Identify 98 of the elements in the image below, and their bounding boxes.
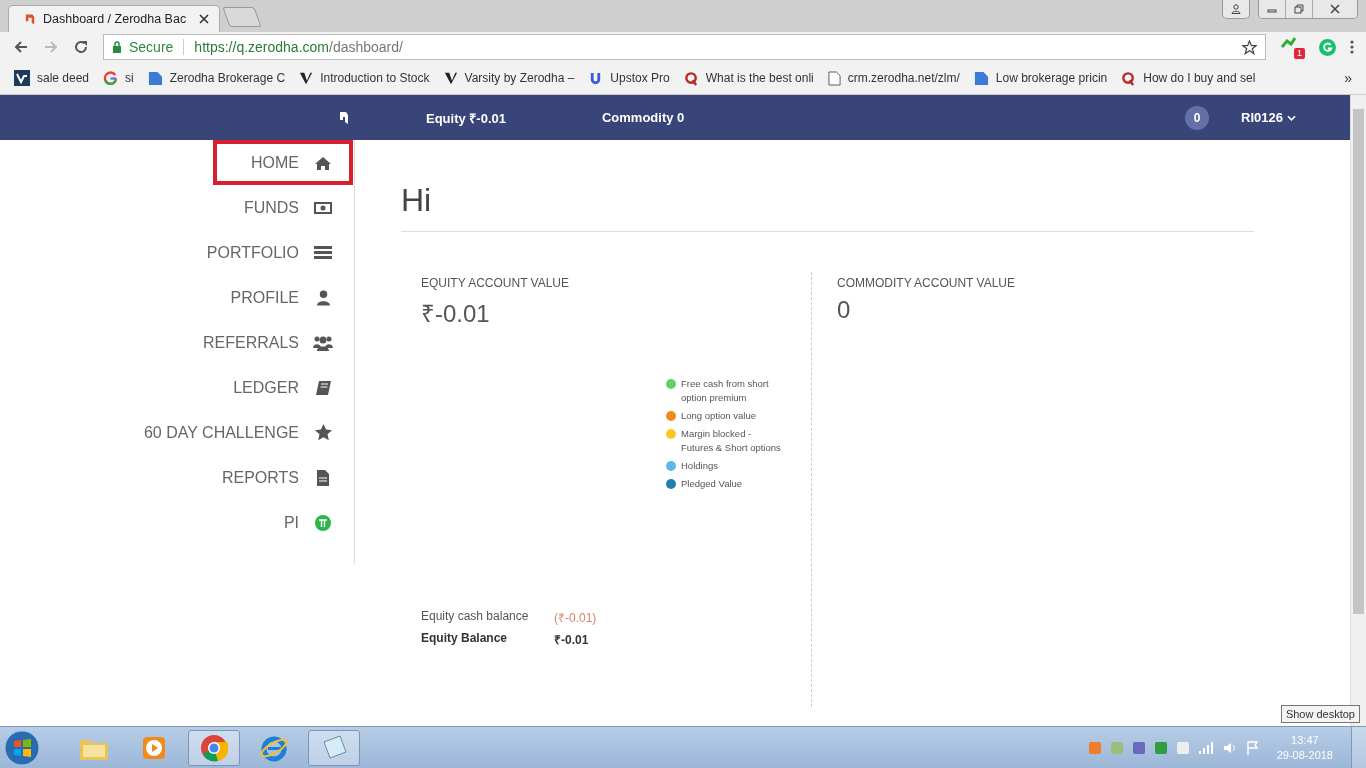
tooltip: Show desktop (1280, 705, 1360, 723)
file-icon (317, 469, 329, 486)
sidebar-item[interactable]: LEDGER (209, 365, 353, 410)
notepad-icon (320, 733, 348, 762)
grammarly-icon[interactable] (1319, 38, 1336, 56)
more-bookmarks-button[interactable]: » (1344, 70, 1352, 86)
minimize-button[interactable] (1259, 0, 1286, 18)
bookmark-item[interactable]: How do I buy and sel (1121, 70, 1256, 86)
bookmark-item[interactable]: What is the best onli (683, 70, 814, 86)
taskbar-app[interactable] (188, 729, 240, 766)
reload-icon[interactable] (73, 39, 89, 55)
account-title: COMMODITY ACCOUNT VALUE (837, 276, 1016, 290)
secure-label: Secure (129, 39, 174, 55)
new-tab-button[interactable] (222, 7, 262, 27)
balance-value: (₹-0.01) (554, 610, 597, 626)
google-icon (103, 70, 119, 86)
user-icon (316, 289, 330, 306)
banknote-icon (314, 201, 332, 214)
greeting-heading: Hi (401, 182, 1254, 232)
bookmark-item[interactable]: Zerodha Brokerage C (147, 70, 286, 86)
address-bar[interactable]: Secure https://q.zerodha.com/dashboard/ (103, 34, 1266, 60)
media-player-icon (141, 734, 167, 761)
close-icon (1330, 4, 1340, 14)
close-window-button[interactable] (1313, 0, 1357, 18)
users-icon (313, 334, 333, 351)
v-logo-icon (443, 70, 458, 86)
user-icon (1231, 4, 1241, 14)
url-text: https://q.zerodha.com/dashboard/ (194, 39, 404, 55)
bookmark-item[interactable]: Low brokerage pricin (973, 70, 1108, 86)
sidebar-item[interactable]: 60 DAY CHALLENGE (119, 410, 353, 455)
user-menu[interactable]: RI0126 (1241, 110, 1296, 125)
equity-summary[interactable]: Equity ₹-0.01 (426, 108, 506, 127)
bookmark-item[interactable]: crm.zerodha.net/zlm/ (827, 70, 960, 86)
sidebar-item[interactable]: PROFILE (206, 275, 353, 320)
sidebar-item[interactable]: REFERRALS (178, 320, 353, 365)
volume-icon[interactable] (1222, 741, 1237, 754)
book-icon (315, 380, 331, 395)
forward-icon[interactable] (43, 39, 59, 55)
notification-badge: 1 (1294, 48, 1305, 59)
restore-icon (1294, 4, 1304, 14)
account-title: EQUITY ACCOUNT VALUE (421, 276, 571, 290)
account-value: 0 (837, 296, 852, 324)
document-icon (973, 70, 989, 86)
legend-label: Pledged Value (681, 477, 744, 491)
balance-label: Equity cash balance (421, 609, 530, 625)
tray-icon[interactable] (1088, 741, 1101, 754)
logo-icon[interactable] (340, 111, 348, 124)
restore-button[interactable] (1286, 0, 1313, 18)
close-icon[interactable] (199, 14, 209, 24)
legend-label: Free cash from short option premium (681, 377, 770, 405)
taskbar-app[interactable] (308, 729, 360, 766)
flag-icon[interactable] (1246, 740, 1259, 755)
list-icon (314, 245, 332, 260)
sidebar-item[interactable]: PI (259, 500, 353, 545)
pi-icon (315, 514, 331, 531)
tray-icon[interactable] (1176, 741, 1189, 754)
bookmark-item[interactable]: sale deed (14, 70, 90, 86)
bookmark-item[interactable]: Varsity by Zerodha – (443, 70, 575, 86)
balance-value: ₹-0.01 (554, 632, 589, 648)
bookmark-icon (14, 70, 30, 86)
tab-title: Dashboard / Zerodha Bac (43, 12, 188, 26)
profile-button[interactable] (1222, 0, 1250, 19)
commodity-summary[interactable]: Commodity 0 (601, 110, 685, 125)
chevron-icon (1287, 114, 1296, 121)
sidebar-item[interactable]: PORTFOLIO (182, 230, 353, 275)
star-icon[interactable] (1242, 39, 1257, 55)
extension-icon (1280, 35, 1296, 51)
star-icon (314, 424, 332, 441)
tray-icon[interactable] (1132, 741, 1145, 754)
notification-count[interactable]: 0 (1185, 105, 1210, 130)
sidebar-item[interactable]: FUNDS (219, 185, 353, 230)
chrome-icon (200, 733, 228, 762)
start-button[interactable] (4, 729, 40, 766)
quora-icon (1121, 70, 1137, 86)
lock-icon (112, 41, 122, 53)
quora-icon (683, 70, 699, 86)
page-icon (827, 70, 841, 86)
tray-icon[interactable] (1154, 741, 1167, 754)
menu-icon[interactable] (1350, 39, 1354, 55)
browser-tab[interactable]: Dashboard / Zerodha Bac (8, 5, 220, 32)
home-icon (315, 155, 331, 170)
show-desktop-button[interactable] (1351, 727, 1366, 768)
sidebar-item[interactable]: REPORTS (197, 455, 353, 500)
v-logo-icon (299, 70, 314, 86)
legend-label: Holdings (681, 459, 719, 473)
legend-label: Long option value (681, 409, 757, 423)
bookmark-item[interactable]: Introduction to Stock (299, 70, 430, 86)
balance-label: Equity Balance (421, 631, 509, 647)
document-icon (147, 70, 163, 86)
logo-icon (25, 12, 35, 26)
back-icon[interactable] (13, 39, 29, 55)
account-value: ₹-0.01 (421, 299, 491, 329)
signal-icon[interactable] (1198, 741, 1213, 754)
bookmark-item[interactable]: si (103, 70, 134, 86)
sidebar-item[interactable]: HOME (213, 140, 353, 185)
extension-button[interactable]: 1 (1280, 35, 1305, 59)
bookmark-item[interactable]: Upstox Pro (588, 70, 670, 86)
legend-label: Margin blocked - Futures & Short options (681, 427, 781, 455)
